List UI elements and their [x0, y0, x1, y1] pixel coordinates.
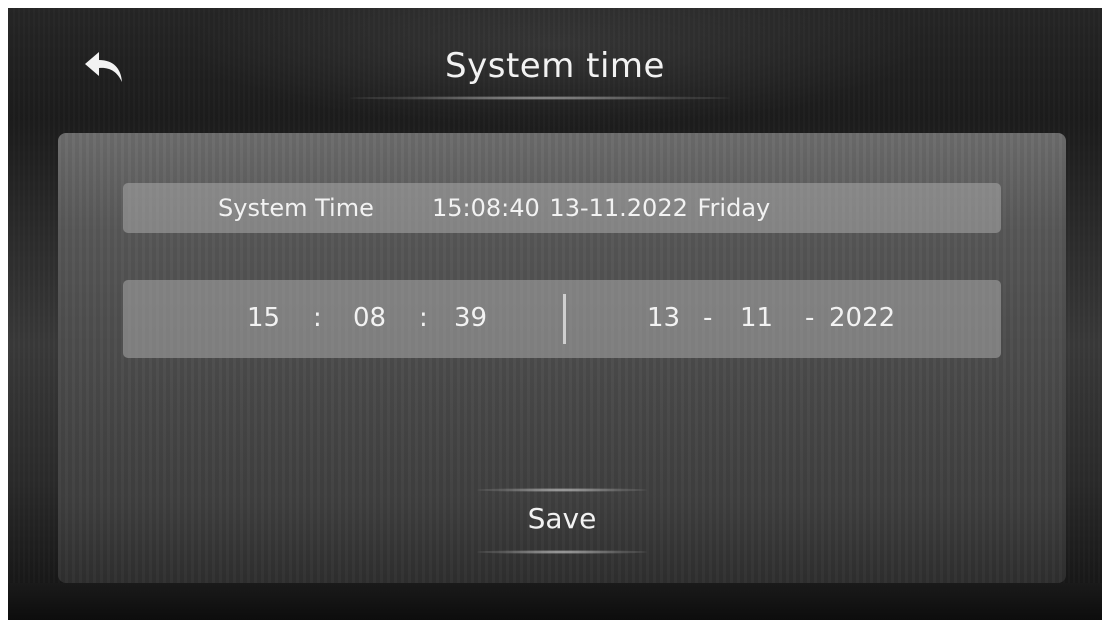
time-date-editor: 15 : 08 : 39 13 - 11 - 2022 [123, 280, 1001, 358]
month-field[interactable]: 11 [740, 303, 773, 333]
time-separator: : [313, 303, 322, 333]
time-date-divider [563, 294, 566, 344]
device-screen: System time System Time 15:08:40 13-11.2… [8, 8, 1102, 620]
title-underline-glow [350, 96, 730, 100]
day-field[interactable]: 13 [647, 303, 680, 333]
save-button[interactable]: Save [512, 502, 612, 535]
hour-field[interactable]: 15 [247, 303, 280, 333]
bottom-band [8, 583, 1102, 620]
time-separator: : [419, 303, 428, 333]
date-separator: - [703, 303, 713, 333]
year-field[interactable]: 2022 [829, 303, 895, 333]
save-bottom-glow [477, 550, 647, 554]
minute-field[interactable]: 08 [353, 303, 386, 333]
date-separator: - [805, 303, 815, 333]
current-time-value: 15:08:40 13-11.2022 Friday [432, 194, 771, 222]
current-time-label: System Time [218, 194, 374, 222]
page-title: System time [445, 46, 665, 86]
save-top-glow [477, 488, 647, 492]
current-time-row: System Time 15:08:40 13-11.2022 Friday [123, 183, 1001, 233]
second-field[interactable]: 39 [454, 303, 487, 333]
